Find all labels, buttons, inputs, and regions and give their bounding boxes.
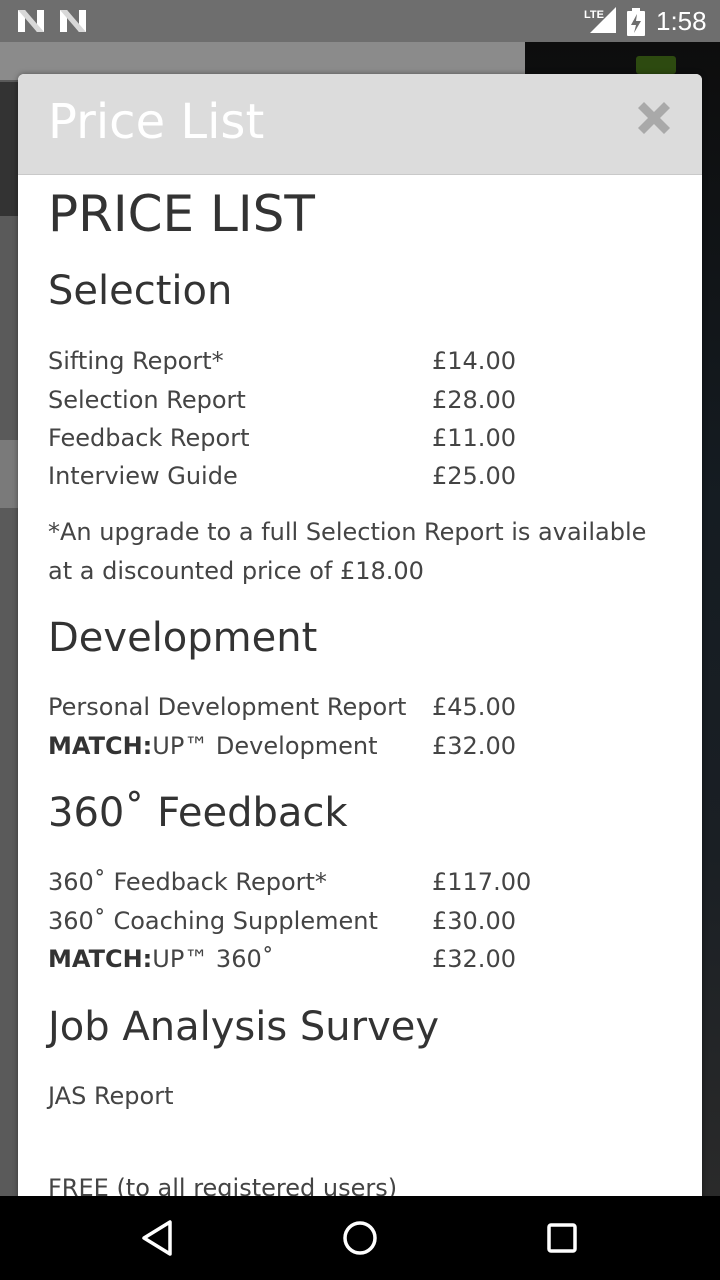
item-price: £45.00 — [432, 693, 516, 721]
dialog-header: Price List — [18, 74, 702, 175]
price-row: Personal Development Report £45.00 — [48, 688, 678, 726]
item-price: £32.00 — [432, 732, 516, 760]
price-list-dialog: Price List PRICE LIST Selection Sifting … — [18, 74, 702, 1214]
close-icon[interactable] — [632, 96, 676, 140]
item-name-rest: UP™ Development — [152, 732, 378, 760]
back-icon[interactable] — [134, 1214, 182, 1262]
status-bar: LTE 1:58 — [0, 0, 720, 42]
recents-icon[interactable] — [538, 1214, 586, 1262]
item-name: MATCH:UP™ Development — [48, 727, 378, 765]
notification-n-icon — [60, 10, 86, 32]
item-name: 360˚ Coaching Supplement — [48, 907, 378, 935]
item-price: £32.00 — [432, 945, 516, 973]
item-price: £117.00 — [432, 868, 532, 896]
signal-icon: LTE — [584, 7, 616, 33]
home-icon[interactable] — [336, 1214, 384, 1262]
section-title-selection: Selection — [48, 268, 233, 314]
price-row: MATCH:UP™ Development £32.00 — [48, 727, 678, 765]
price-row: Selection Report £28.00 — [48, 381, 678, 419]
background-logo — [636, 56, 676, 74]
price-list-heading: PRICE LIST — [48, 185, 315, 243]
price-row: 360˚ Feedback Report* £117.00 — [48, 863, 678, 901]
item-price: £11.00 — [432, 424, 516, 452]
item-price: £28.00 — [432, 386, 516, 414]
item-name: Selection Report — [48, 386, 246, 414]
item-price: £30.00 — [432, 907, 516, 935]
navigation-bar — [0, 1196, 720, 1280]
item-name: Interview Guide — [48, 462, 238, 490]
status-clock: 1:58 — [656, 6, 707, 36]
item-name-brand: MATCH: — [48, 945, 153, 973]
item-price: £14.00 — [432, 347, 516, 375]
upgrade-note: *An upgrade to a full Selection Report i… — [48, 518, 647, 585]
price-row: Sifting Report* £14.00 — [48, 342, 678, 380]
item-name: Feedback Report — [48, 424, 250, 452]
item-price: £25.00 — [432, 462, 516, 490]
price-row: Interview Guide £25.00 — [48, 457, 678, 495]
item-name: Personal Development Report — [48, 693, 407, 721]
item-name: Sifting Report* — [48, 347, 224, 375]
price-row: Feedback Report £11.00 — [48, 419, 678, 457]
item-name: JAS Report — [48, 1082, 174, 1110]
price-row: 360˚ Coaching Supplement £30.00 — [48, 902, 678, 940]
section-title-360-feedback: 360˚ Feedback — [48, 790, 348, 836]
dialog-title: Price List — [48, 94, 265, 150]
background-strip — [0, 82, 18, 216]
item-name: MATCH:UP™ 360˚ — [48, 940, 274, 978]
item-name: 360˚ Feedback Report* — [48, 868, 327, 896]
background-strip — [0, 440, 18, 508]
section-title-job-analysis-survey: Job Analysis Survey — [48, 1004, 440, 1050]
price-row: MATCH:UP™ 360˚ £32.00 — [48, 940, 678, 978]
item-name-rest: UP™ 360˚ — [152, 945, 274, 973]
network-type-label: LTE — [584, 9, 604, 21]
section-title-development: Development — [48, 615, 318, 661]
notification-n-icon — [18, 10, 44, 32]
item-name-brand: MATCH: — [48, 732, 153, 760]
battery-icon — [627, 8, 645, 36]
